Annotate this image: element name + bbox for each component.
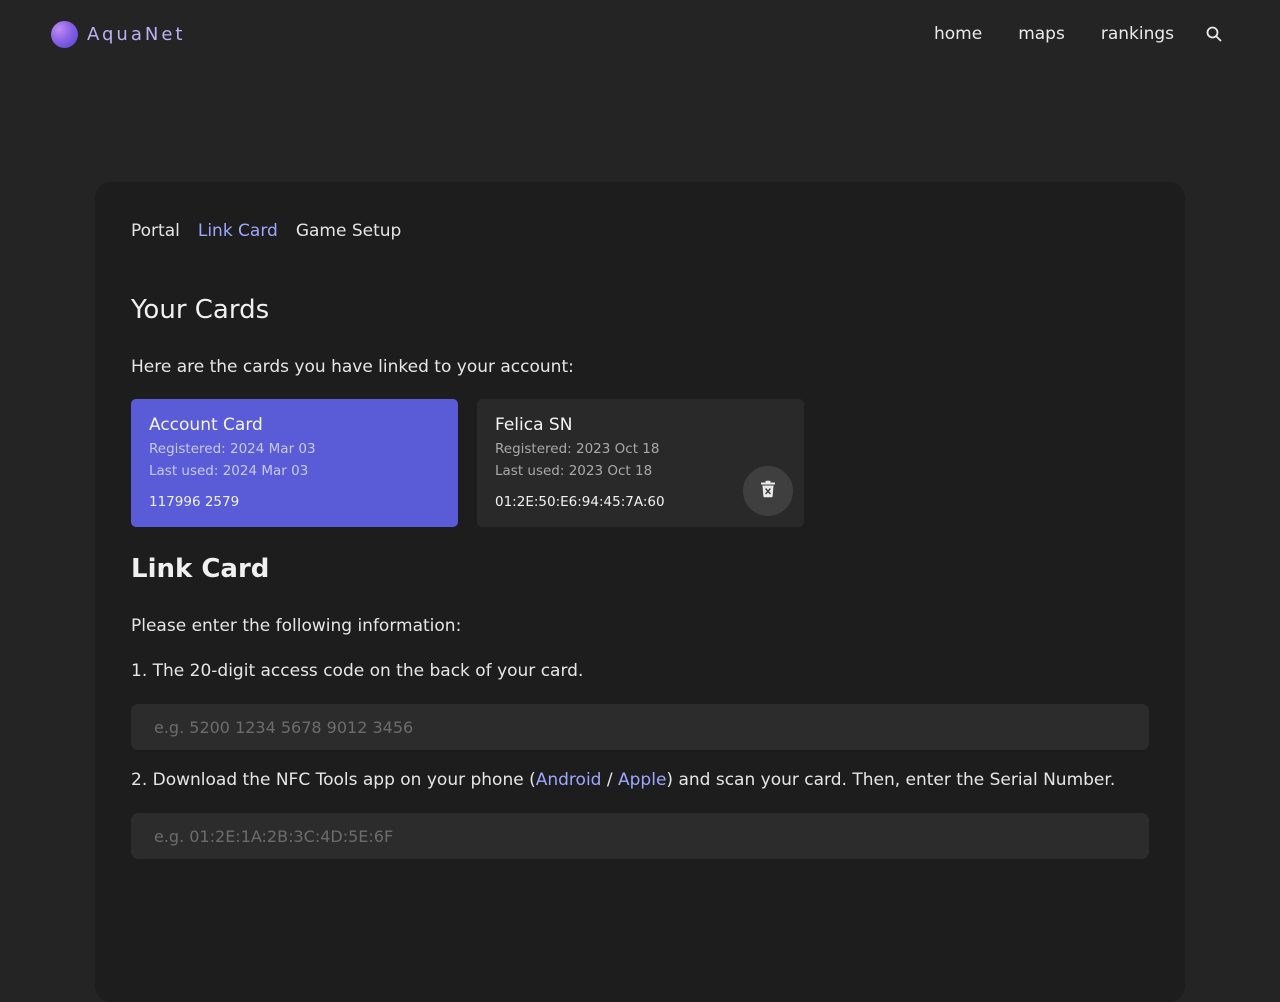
account-card[interactable]: Account Card Registered: 2024 Mar 03 Las… (131, 399, 458, 527)
step-1-text: 1. The 20-digit access code on the back … (131, 661, 584, 681)
card-last-used: Last used: 2023 Oct 18 (495, 463, 653, 479)
serial-number-input[interactable] (131, 813, 1149, 859)
top-bar: AquaNet home maps rankings (0, 0, 1280, 68)
tab-game-setup[interactable]: Game Setup (296, 221, 402, 241)
tab-portal[interactable]: Portal (131, 221, 180, 241)
brand[interactable]: AquaNet (51, 20, 185, 48)
card-title: Account Card (149, 415, 263, 435)
apple-link[interactable]: Apple (618, 770, 666, 790)
delete-card-button[interactable] (743, 466, 793, 516)
tab-link-card[interactable]: Link Card (198, 221, 278, 241)
nav-home[interactable]: home (934, 24, 982, 44)
trash-icon (760, 480, 776, 502)
link-card-heading: Link Card (131, 554, 270, 584)
step-2-separator: / (601, 770, 619, 790)
link-card-intro: Please enter the following information: (131, 616, 462, 636)
card-last-used: Last used: 2024 Mar 03 (149, 463, 309, 479)
tab-bar: Portal Link Card Game Setup (131, 221, 419, 241)
felica-card[interactable]: Felica SN Registered: 2023 Oct 18 Last u… (477, 399, 804, 527)
card-id: 01:2E:50:E6:94:45:7A:60 (495, 494, 665, 510)
step-2-suffix: ) and scan your card. Then, enter the Se… (666, 770, 1116, 790)
card-registered: Registered: 2023 Oct 18 (495, 441, 660, 457)
step-2-text: 2. Download the NFC Tools app on your ph… (131, 770, 1115, 790)
your-cards-heading: Your Cards (131, 295, 270, 325)
content-panel: Portal Link Card Game Setup Your Cards H… (95, 182, 1185, 1002)
your-cards-description: Here are the cards you have linked to yo… (131, 357, 574, 377)
nav-rankings[interactable]: rankings (1101, 24, 1174, 44)
logo-icon (51, 20, 78, 48)
search-icon[interactable] (1206, 25, 1224, 43)
card-id: 117996 2579 (149, 494, 240, 510)
card-registered: Registered: 2024 Mar 03 (149, 441, 316, 457)
access-code-input[interactable] (131, 704, 1149, 750)
nav-maps[interactable]: maps (1018, 24, 1065, 44)
step-2-prefix: 2. Download the NFC Tools app on your ph… (131, 770, 536, 790)
brand-name: AquaNet (87, 23, 186, 45)
main-nav: home maps rankings (934, 20, 1224, 48)
android-link[interactable]: Android (536, 770, 602, 790)
card-title: Felica SN (495, 415, 573, 435)
